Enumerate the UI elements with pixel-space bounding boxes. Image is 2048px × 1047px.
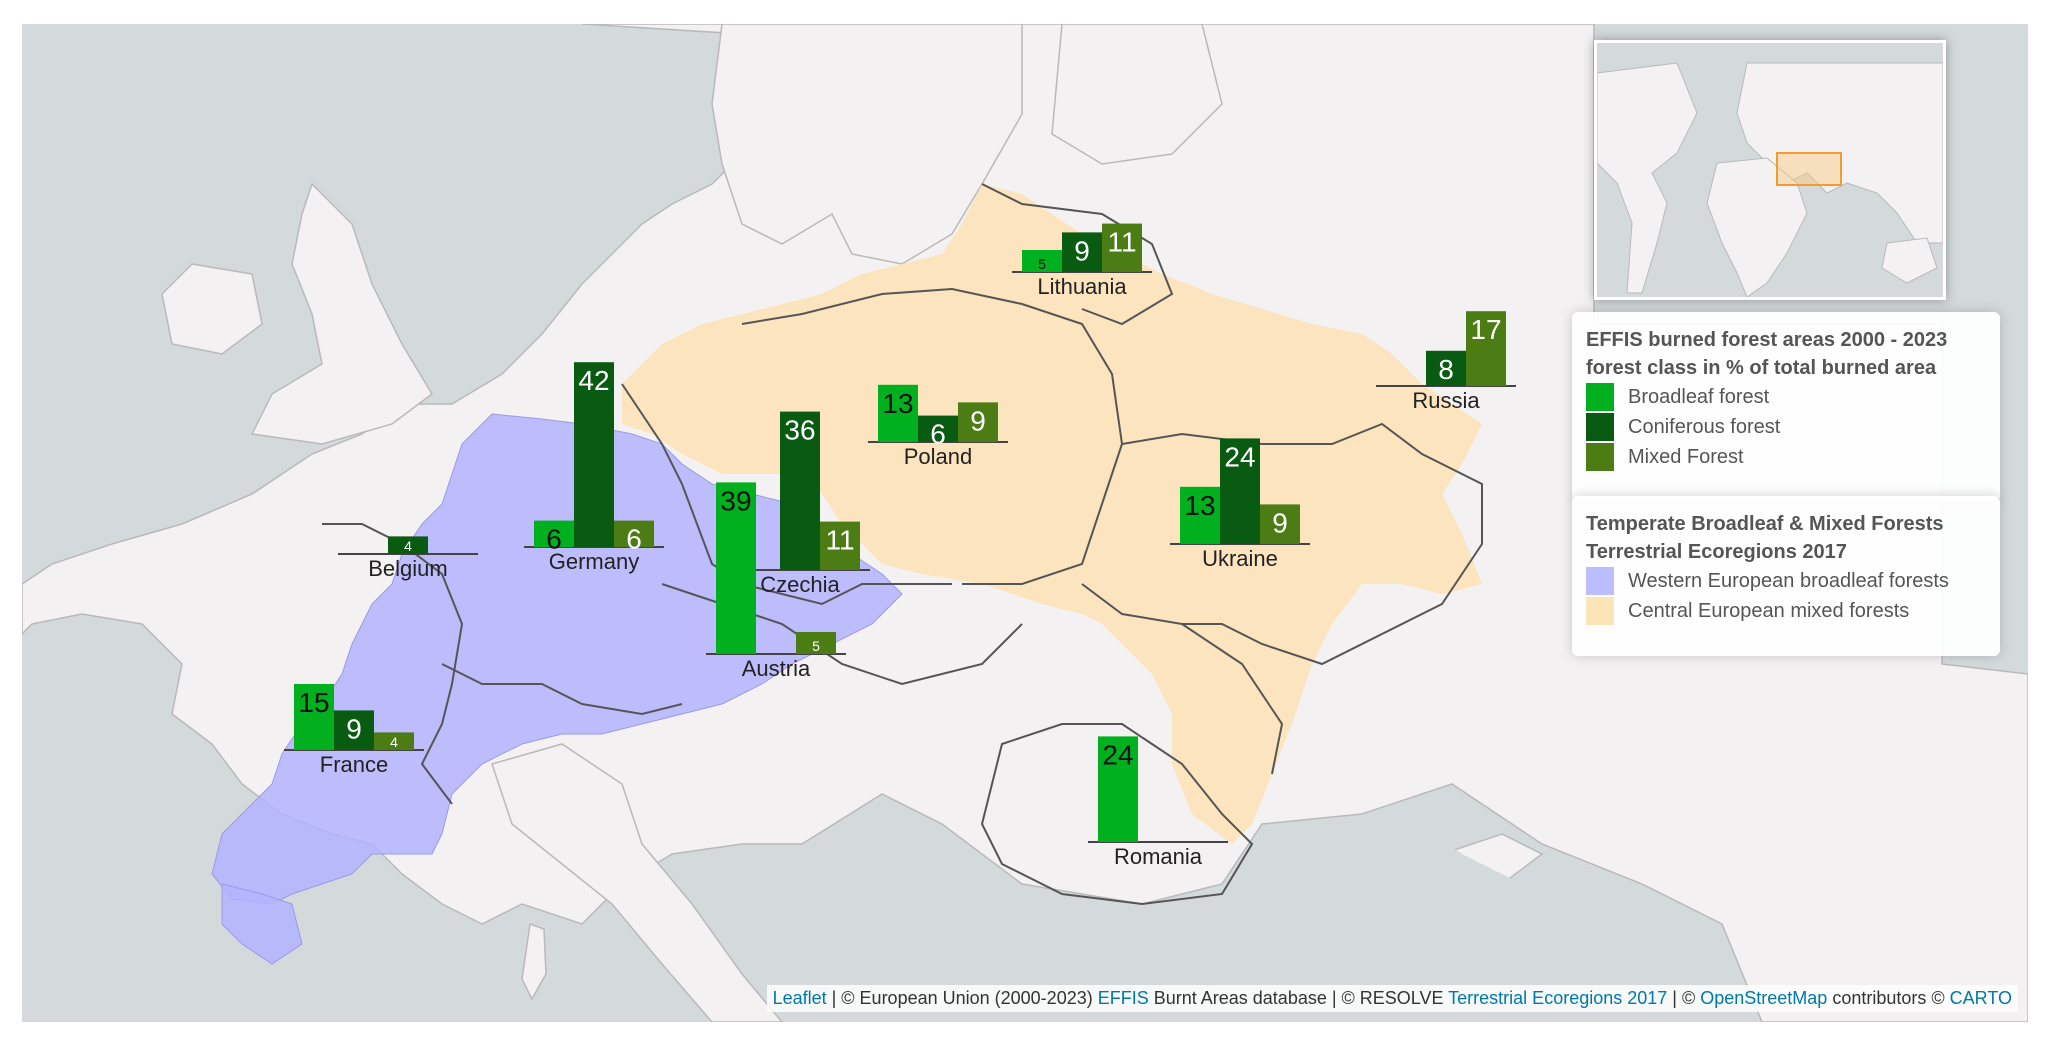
country-label-belgium: Belgium <box>368 556 447 581</box>
bar-chart-germany: 6426Germany <box>524 362 664 574</box>
bar-value-label: 9 <box>970 405 986 436</box>
bar-value-label: 11 <box>825 525 854 556</box>
swatch-western <box>1586 567 1614 595</box>
map-view[interactable]: 5 9 11 Lithuania 8 17 Russia 13 6 9 Poland 6 42 6 Germ… <box>22 24 2028 1022</box>
legend-item-mixed: Mixed Forest <box>1586 442 1986 472</box>
bar-value-label: 24 <box>1102 739 1133 770</box>
legend-item-coniferous: Coniferous forest <box>1586 412 1986 442</box>
bar-value-label: 39 <box>720 485 751 516</box>
bar-value-label: 36 <box>784 415 815 446</box>
country-label-romania: Romania <box>1114 844 1203 869</box>
legend-label-western: Western European broadleaf forests <box>1628 569 1949 592</box>
attribution-eu: | © European Union (2000-2023) <box>826 988 1098 1008</box>
bar-value-label: 8 <box>1438 354 1454 385</box>
swatch-coniferous <box>1586 413 1614 441</box>
attribution: Leaflet | © European Union (2000-2023) E… <box>766 985 2018 1012</box>
swatch-mixed <box>1586 443 1614 471</box>
bar-value-label: 15 <box>298 687 329 718</box>
bar-value-label: 9 <box>346 713 362 744</box>
legend-label-broadleaf: Broadleaf forest <box>1628 385 1770 408</box>
bar-chart-romania: 24 Romania <box>1088 736 1228 869</box>
minimap-world <box>1597 62 1943 297</box>
bar-chart-ukraine: 13 24 9 Ukraine <box>1170 438 1310 571</box>
bar-value-label: 42 <box>578 365 609 396</box>
country-label-austria: Austria <box>742 656 811 681</box>
country-label-russia: Russia <box>1412 388 1480 413</box>
country-label-czechia: Czechia <box>760 572 840 597</box>
legend-eco-title-2: Terrestrial Ecoregions 2017 <box>1586 541 1847 563</box>
legend-label-coniferous: Coniferous forest <box>1628 415 1781 438</box>
minimap-viewport[interactable] <box>1776 152 1842 186</box>
legend-ecoregions: Temperate Broadleaf & Mixed Forests Terr… <box>1572 496 2000 656</box>
attribution-contrib: contributors © <box>1827 988 1950 1008</box>
bar-chart-lithuania: 5 9 11 Lithuania <box>1012 223 1152 299</box>
bar-value-label: 4 <box>390 734 398 750</box>
bar-value-label: 9 <box>1272 507 1288 538</box>
legend-item-western: Western European broadleaf forests <box>1586 566 1986 596</box>
bar-value-label: 5 <box>812 638 820 654</box>
legend-eco-title-1: Temperate Broadleaf & Mixed Forests <box>1586 513 1944 535</box>
legend-label-mixed: Mixed Forest <box>1628 445 1744 468</box>
effis-link[interactable]: EFFIS <box>1098 988 1149 1008</box>
swatch-central <box>1586 597 1614 625</box>
country-label-ukraine: Ukraine <box>1202 546 1278 571</box>
country-label-lithuania: Lithuania <box>1037 274 1127 299</box>
bar-chart-belgium: 4 Belgium <box>338 536 478 581</box>
bar-value-label: 24 <box>1224 441 1255 472</box>
country-label-france: France <box>320 752 388 777</box>
minimap-land-australia <box>1881 237 1938 284</box>
bar-value-label: 13 <box>1184 490 1215 521</box>
bar-value-label: 9 <box>1074 235 1090 266</box>
legend-effis-title-2: forest class in % of total burned area <box>1586 357 1937 379</box>
legend-item-central: Central European mixed forests <box>1586 596 1986 626</box>
country-label-germany: Germany <box>549 549 639 574</box>
osm-link[interactable]: OpenStreetMap <box>1700 988 1827 1008</box>
bar-value-label: 11 <box>1107 227 1136 258</box>
attribution-burnt: Burnt Areas database | © RESOLVE <box>1148 988 1449 1008</box>
swatch-broadleaf <box>1586 383 1614 411</box>
bar-value-label: 13 <box>882 388 913 419</box>
bar-value-label: 17 <box>1470 314 1501 345</box>
legend-label-central: Central European mixed forests <box>1628 599 1910 622</box>
bar-value-label: 4 <box>404 538 412 554</box>
carto-link[interactable]: CARTO <box>1950 988 2012 1008</box>
attribution-sep: | © <box>1667 988 1701 1008</box>
legend-effis-title-1: EFFIS burned forest areas 2000 - 2023 <box>1586 329 1948 351</box>
leaflet-link[interactable]: Leaflet <box>773 988 827 1008</box>
minimap[interactable] <box>1594 40 1946 300</box>
country-label-poland: Poland <box>904 444 973 469</box>
bar-value-label: 5 <box>1038 256 1046 272</box>
legend-item-broadleaf: Broadleaf forest <box>1586 382 1986 412</box>
bar-chart-france: 15 9 4France <box>284 684 424 777</box>
legend-effis: EFFIS burned forest areas 2000 - 2023 fo… <box>1572 312 2000 502</box>
bar-chart-russia: 8 17 Russia <box>1376 311 1516 413</box>
minimap-land-americas <box>1597 62 1698 294</box>
bar-chart-poland: 136 9Poland <box>868 384 1008 469</box>
ecoregions-link[interactable]: Terrestrial Ecoregions 2017 <box>1448 988 1667 1008</box>
